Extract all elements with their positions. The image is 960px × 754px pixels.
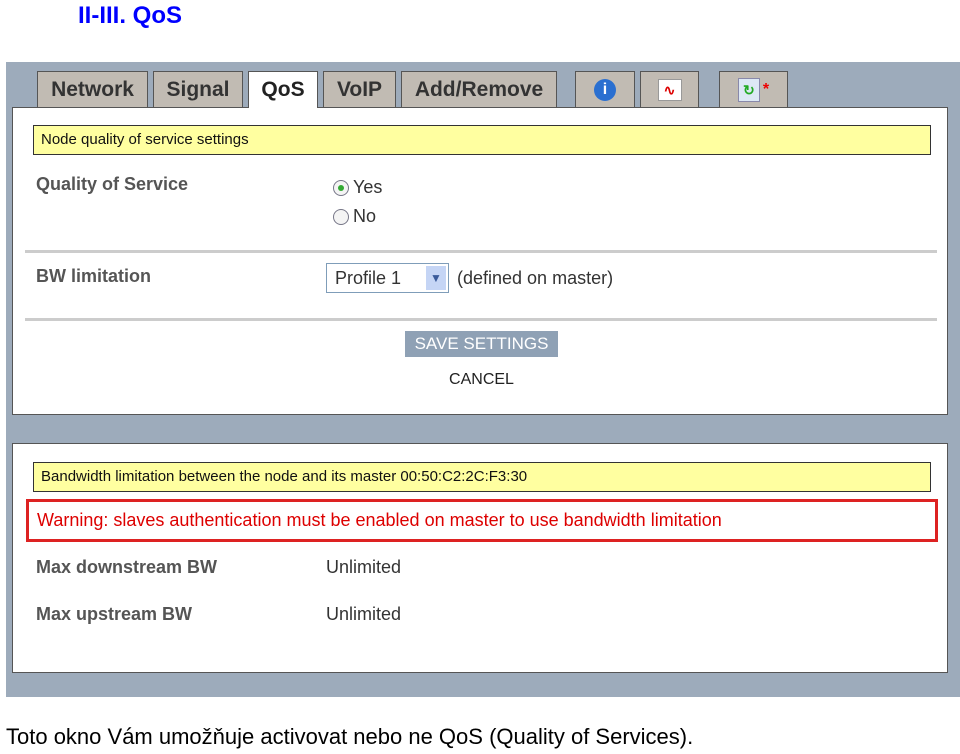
max-downstream-label: Max downstream BW: [36, 557, 218, 577]
qos-label: Quality of Service: [36, 174, 189, 194]
tab-signal[interactable]: Signal: [153, 71, 243, 107]
radio-yes[interactable]: Yes: [333, 177, 382, 198]
profile-note: (defined on master): [457, 268, 614, 288]
section-title: Node quality of service settings: [33, 125, 931, 155]
tab-info[interactable]: i: [575, 71, 635, 107]
warning-message: Warning: slaves authentication must be e…: [26, 499, 938, 542]
chevron-down-icon[interactable]: ▼: [426, 266, 446, 290]
max-upstream-value: Unlimited: [326, 604, 402, 624]
radio-no-icon[interactable]: [333, 209, 349, 226]
profile-select-value: Profile 1: [335, 268, 402, 288]
config-frame: Network Signal QoS VoIP Add/Remove i ∿ ↻…: [6, 62, 960, 697]
section-title: Bandwidth limitation between the node an…: [33, 462, 931, 492]
divider: [25, 318, 937, 321]
info-icon: i: [594, 78, 616, 101]
tab-graph[interactable]: ∿: [640, 71, 699, 107]
tab-qos[interactable]: QoS: [248, 71, 318, 108]
update-icon: ↻: [737, 77, 760, 102]
max-upstream-label: Max upstream BW: [36, 604, 193, 624]
bandwidth-panel: Bandwidth limitation between the node an…: [12, 443, 948, 673]
tab-voip[interactable]: VoIP: [323, 71, 396, 107]
cancel-button[interactable]: CANCEL: [405, 371, 558, 389]
bw-limitation-label: BW limitation: [36, 266, 151, 286]
page-heading: II-III. QoS: [78, 2, 183, 29]
divider: [25, 250, 937, 253]
tab-add-remove[interactable]: Add/Remove: [401, 71, 557, 107]
tab-update[interactable]: ↻ *: [719, 71, 788, 107]
qos-settings-panel: Node quality of service settings Quality…: [12, 107, 948, 415]
max-downstream-value: Unlimited: [326, 557, 402, 577]
save-settings-button[interactable]: SAVE SETTINGS: [405, 331, 558, 357]
radio-yes-icon[interactable]: [333, 180, 349, 197]
profile-select[interactable]: Profile 1 ▼: [326, 263, 449, 293]
radio-no[interactable]: No: [333, 206, 376, 227]
radio-no-label: No: [353, 206, 377, 226]
graph-icon: ∿: [657, 78, 682, 101]
caption: Toto okno Vám umožňuje activovat nebo ne…: [6, 724, 694, 749]
radio-yes-label: Yes: [353, 177, 383, 197]
tab-network[interactable]: Network: [37, 71, 148, 107]
